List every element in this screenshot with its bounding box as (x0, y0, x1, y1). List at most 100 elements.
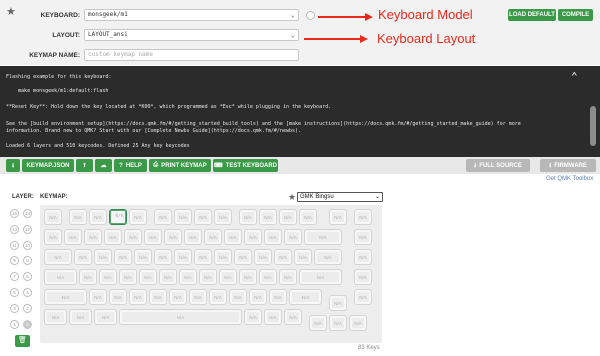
key[interactable]: N/A (314, 249, 342, 265)
keycap-theme-star-icon[interactable]: ★ (288, 192, 296, 203)
key[interactable]: N/A (44, 229, 62, 245)
key[interactable]: N/A (89, 209, 107, 225)
key[interactable]: N/A (239, 209, 257, 225)
key[interactable]: N/A (279, 209, 297, 225)
key[interactable]: N/A (329, 295, 347, 311)
test-keyboard-button[interactable]: ⌨ TEST KEYBOARD (213, 159, 278, 172)
key[interactable]: N/A (244, 309, 262, 325)
firmware-button[interactable]: ⭳ FIRMWARE (540, 159, 596, 172)
key[interactable]: N/A (44, 209, 62, 225)
layer-button-14[interactable]: 14 (23, 209, 32, 218)
key[interactable]: N/A (354, 269, 372, 285)
full-source-button[interactable]: ⭳ FULL SOURCE (466, 159, 530, 172)
layer-button-12[interactable]: 12 (23, 224, 32, 234)
key[interactable]: N/A (204, 229, 222, 245)
key[interactable]: N/A (159, 269, 177, 285)
key[interactable]: N/A (134, 249, 152, 265)
layer-button-0[interactable]: 0 (23, 319, 32, 329)
key[interactable]: N/A (194, 209, 212, 225)
keymap-name-input[interactable]: custom keymap name (84, 49, 299, 61)
print-keymap-button[interactable]: ⎙ PRINT KEYMAP (149, 159, 211, 172)
key[interactable]: N/A (234, 249, 252, 265)
layer-button-3[interactable]: 3 (10, 303, 19, 313)
layer-button-7[interactable]: 7 (10, 272, 19, 282)
key[interactable]: N/A (229, 289, 247, 305)
key[interactable]: N/A (74, 249, 92, 265)
layer-button-10[interactable]: 10 (23, 240, 32, 250)
key[interactable]: N/A (299, 269, 342, 285)
key[interactable]: N/A (114, 249, 132, 265)
keyboard-radio-toggle[interactable] (306, 11, 315, 20)
keyboard-select[interactable]: monsgeek/m1 ⌄ (84, 9, 299, 21)
key[interactable]: N/A (174, 249, 192, 265)
key[interactable]: N/A (169, 289, 187, 305)
key[interactable]: N/A (69, 309, 92, 325)
layer-button-9[interactable]: 9 (10, 256, 19, 266)
favorite-star-icon[interactable]: ★ (6, 7, 16, 18)
key[interactable]: N/A (44, 289, 87, 305)
get-qmk-toolbox-link[interactable]: Get QMK Toolbox (546, 176, 593, 182)
key[interactable]: N/A (124, 229, 142, 245)
cloud-upload-button[interactable]: ☁ (95, 159, 112, 172)
key[interactable]: N/A (264, 309, 282, 325)
key[interactable]: N/A (239, 269, 257, 285)
key[interactable]: N/A (94, 309, 117, 325)
key[interactable]: N/A (309, 315, 327, 331)
key[interactable]: N/A (259, 209, 277, 225)
key[interactable]: N/A (194, 249, 212, 265)
key[interactable]: N/A (329, 209, 347, 225)
collapse-console-icon[interactable]: ⌃ (571, 70, 578, 83)
key[interactable]: N/A (109, 289, 127, 305)
keymap-json-button[interactable]: KEYMAP.JSON (22, 159, 74, 172)
key[interactable]: N/A (279, 269, 297, 285)
key[interactable]: N/A (349, 315, 367, 331)
layer-button-8[interactable]: 8 (23, 256, 32, 266)
key[interactable]: N/A (144, 229, 162, 245)
console-scrollbar[interactable] (590, 106, 596, 146)
key[interactable]: N/A (154, 209, 172, 225)
key[interactable]: N/A (109, 209, 127, 225)
key[interactable]: N/A (84, 229, 102, 245)
key[interactable]: N/A (119, 309, 242, 325)
key[interactable]: N/A (214, 249, 232, 265)
key[interactable]: N/A (289, 289, 322, 305)
download-icon-button[interactable]: ⭳ (6, 159, 20, 172)
layer-button-4[interactable]: 4 (23, 288, 32, 297)
keycap-theme-select[interactable]: GMK Bingsu ⌄ (297, 192, 383, 202)
upload-button[interactable]: ⭱ (76, 159, 93, 172)
key[interactable]: N/A (179, 269, 197, 285)
key[interactable]: N/A (154, 249, 172, 265)
key[interactable]: N/A (354, 209, 372, 225)
key[interactable]: N/A (254, 249, 272, 265)
key[interactable]: N/A (354, 249, 372, 265)
help-button[interactable]: ? HELP (114, 159, 147, 172)
key[interactable]: N/A (129, 209, 147, 225)
key[interactable]: N/A (129, 289, 147, 305)
key[interactable]: N/A (219, 269, 237, 285)
key[interactable]: N/A (329, 315, 347, 331)
key[interactable]: N/A (199, 269, 217, 285)
layer-button-1[interactable]: 1 (10, 319, 19, 329)
key[interactable]: N/A (119, 269, 137, 285)
key[interactable]: N/A (44, 269, 77, 285)
key[interactable]: N/A (214, 209, 232, 225)
key[interactable]: N/A (44, 309, 67, 325)
key[interactable]: N/A (104, 229, 122, 245)
key[interactable]: N/A (304, 229, 342, 245)
layer-button-5[interactable]: 5 (10, 288, 19, 297)
key[interactable]: N/A (354, 229, 372, 245)
key[interactable]: N/A (224, 229, 242, 245)
key[interactable]: N/A (79, 269, 97, 285)
key[interactable]: N/A (244, 229, 262, 245)
key[interactable]: N/A (174, 209, 192, 225)
key[interactable]: N/A (64, 229, 82, 245)
key[interactable]: N/A (139, 269, 157, 285)
key[interactable]: N/A (149, 289, 167, 305)
layer-button-13[interactable]: 13 (10, 224, 19, 234)
key[interactable]: N/A (189, 289, 207, 305)
key[interactable]: N/A (274, 249, 292, 265)
key[interactable]: N/A (354, 289, 372, 305)
trash-icon[interactable]: 🗑 (15, 335, 30, 347)
key[interactable]: N/A (89, 289, 107, 305)
key[interactable]: N/A (264, 229, 282, 245)
